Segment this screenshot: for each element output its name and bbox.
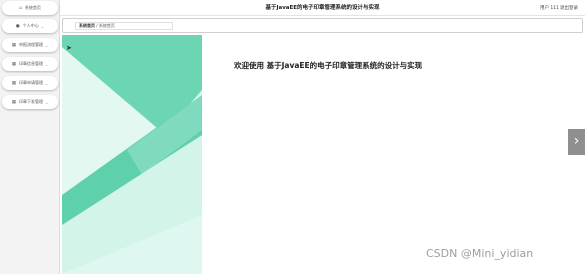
top-header: 基于JavaEE的电子印章管理系统的设计与实现 用户 111 退出登录 (60, 0, 585, 16)
carousel-next-button[interactable]: › (568, 129, 585, 155)
sidebar-item-seal-apply[interactable]: ▦ 印章申请管理 ⌄ (2, 76, 58, 90)
sidebar-item-home[interactable]: ⌂ 系统首页 (2, 1, 58, 15)
menu-icon: ▦ (11, 42, 16, 48)
watermark: CSDN @Mini_yidian (426, 247, 534, 260)
app-title: 基于JavaEE的电子印章管理系统的设计与实现 (265, 5, 380, 11)
banner-graphic (62, 35, 202, 274)
sidebar-item-label: 印章申请管理 (18, 80, 43, 85)
breadcrumb: 系统首页 / 系统首页 (75, 22, 173, 30)
logout-link[interactable]: 退出登录 (560, 5, 578, 11)
sidebar-item-label: 印章下发管理 (18, 99, 43, 104)
chevron-down-icon: ⌄ (40, 23, 45, 29)
sidebar-item-label: 申报流程管理 (18, 42, 43, 47)
breadcrumb-separator: / (96, 23, 98, 28)
sidebar-item-label: 印章信息管理 (18, 61, 43, 66)
user-label: 用户 111 (540, 6, 560, 11)
user-icon: ● (15, 23, 20, 29)
chevron-right-icon: › (573, 133, 580, 149)
chevron-down-icon: ⌄ (44, 42, 49, 48)
home-banner-image (62, 35, 202, 274)
chevron-down-icon: ⌄ (44, 99, 49, 105)
chevron-down-icon: ⌄ (44, 80, 49, 86)
menu-icon: ▦ (11, 61, 16, 67)
breadcrumb-current: 系统首页 (98, 23, 115, 28)
sidebar: ⌂ 系统首页 ● 个人中心 ⌄ ▦ 申报流程管理 ⌄ ▦ 印章信息管理 ⌄ ▦ … (0, 0, 60, 274)
home-icon: ⌂ (19, 5, 22, 11)
menu-icon: ▦ (11, 99, 16, 105)
sidebar-item-process[interactable]: ▦ 申报流程管理 ⌄ (2, 38, 58, 52)
sidebar-item-seal-info[interactable]: ▦ 印章信息管理 ⌄ (2, 57, 58, 71)
sidebar-item-personal-center[interactable]: ● 个人中心 ⌄ (2, 19, 58, 33)
welcome-text: 欢迎使用 基于JavaEE的电子印章管理系统的设计与实现 (234, 61, 423, 70)
sidebar-item-label: 系统首页 (24, 5, 41, 10)
breadcrumb-bar: 系统首页 / 系统首页 (62, 18, 583, 33)
mouse-cursor-icon: ➤ (66, 44, 72, 52)
chevron-down-icon: ⌄ (44, 61, 49, 67)
sidebar-item-seal-issue[interactable]: ▦ 印章下发管理 ⌄ (2, 95, 58, 109)
menu-icon: ▦ (11, 80, 16, 86)
breadcrumb-root[interactable]: 系统首页 (79, 23, 95, 28)
sidebar-item-label: 个人中心 (22, 23, 39, 28)
